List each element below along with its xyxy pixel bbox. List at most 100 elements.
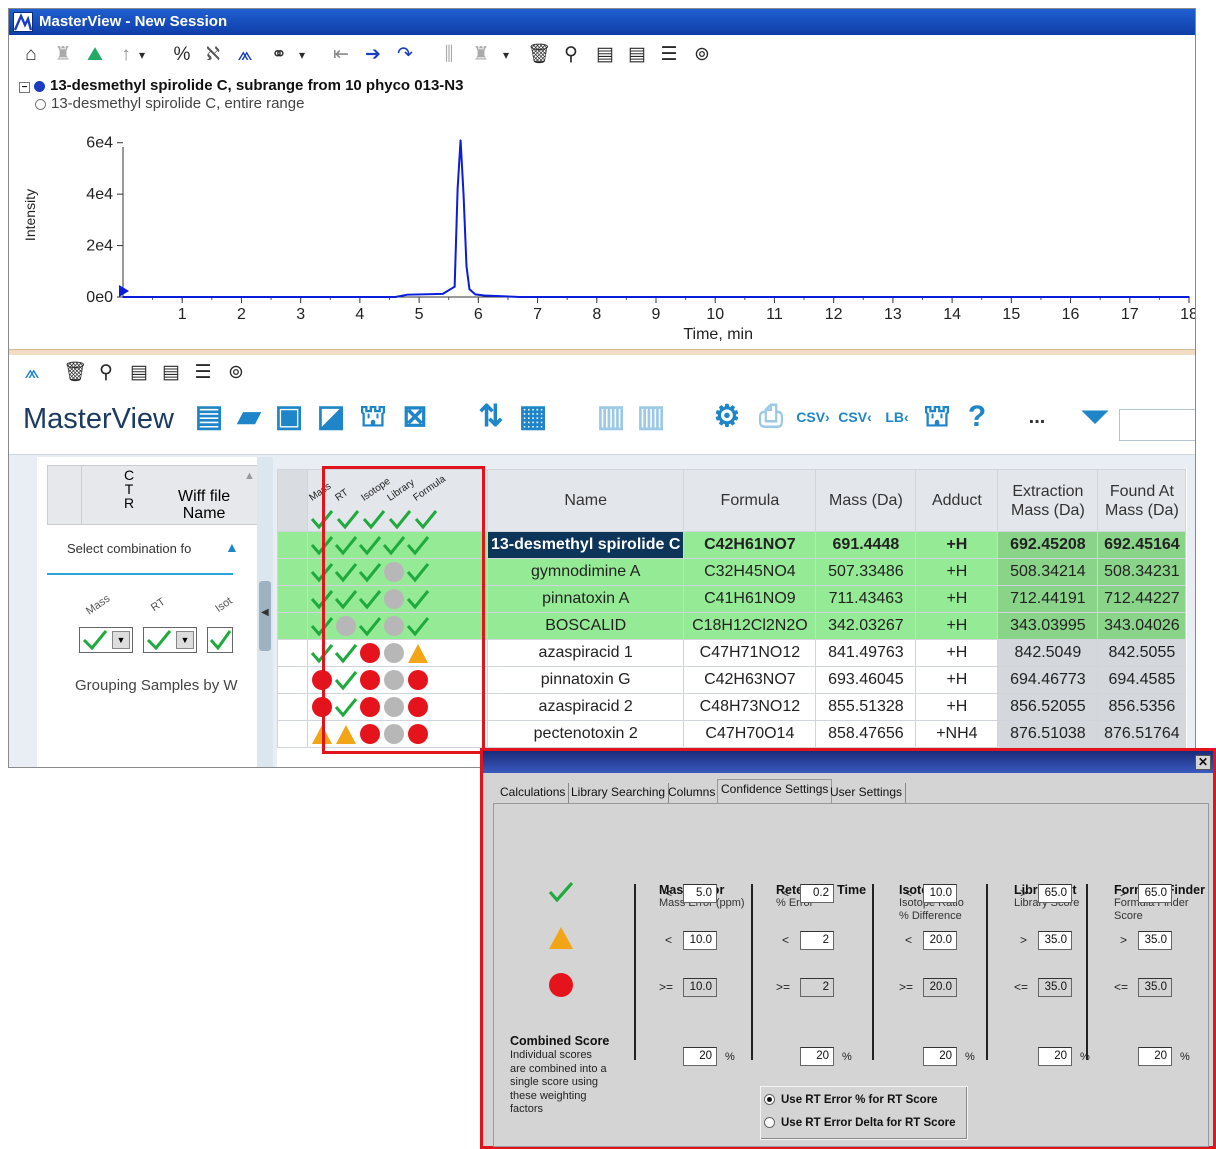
weight-input[interactable]: 20 [923,1047,957,1066]
name-cell[interactable]: pinnatoxin G [486,666,685,694]
collapse-left-icon[interactable]: ◀ [261,607,269,618]
ctr-column-header[interactable]: C T R [124,468,134,510]
forward-icon[interactable]: ➔ [361,43,385,67]
grid-view-icon[interactable]: ▦ [515,399,551,435]
export-csv-icon[interactable]: CSV› [795,399,831,435]
name-cell[interactable]: 13-desmethyl spirolide C [486,531,685,559]
adduct-cell[interactable]: +H [915,639,999,667]
row-selector[interactable] [277,585,308,613]
spectrum-icon[interactable]: ⩕ [233,43,257,67]
green-threshold-input[interactable]: 10.0 [923,884,957,903]
search-input[interactable] [1119,409,1195,441]
formula-cell[interactable]: C47H71NO12 [683,639,817,667]
xic-icon[interactable]: ♜ [51,43,75,67]
found-mass-cell[interactable]: 842.5055 [1097,639,1187,667]
name-cell[interactable]: azaspiracid 1 [486,639,685,667]
save-as-icon[interactable]: ◪ [313,399,349,435]
row-selector[interactable] [277,531,308,559]
name-cell[interactable]: pinnatoxin A [486,585,685,613]
layout-1-icon[interactable]: ▤ [593,43,617,67]
filter-icon[interactable]: ⏷ [1077,399,1113,435]
formula-cell[interactable]: C48H73NO12 [683,693,817,721]
name-cell[interactable]: pectenotoxin 2 [486,720,685,748]
bar-chart-icon[interactable]: ⫼ [437,43,461,67]
green-threshold-input[interactable]: 65.0 [1138,884,1172,903]
save-icon[interactable]: ▣ [271,399,307,435]
name-column-header[interactable]: Name [486,469,685,532]
weight-input[interactable]: 20 [683,1047,717,1066]
tab-columns[interactable]: Columns [665,783,720,804]
yellow-threshold-input[interactable]: 35.0 [1038,931,1072,950]
binoculars-icon[interactable]: ⊚ [689,43,715,67]
formula-cell[interactable]: C47H70O14 [683,720,817,748]
close-icon[interactable]: ✕ [1195,755,1211,770]
found-mass-cell[interactable]: 694.4585 [1097,666,1187,694]
adduct-column-header[interactable]: Adduct [915,469,999,532]
percent-icon[interactable]: % [171,43,193,67]
print-icon[interactable]: ⎙ [753,399,789,435]
row-selector[interactable] [277,639,308,667]
chromatogram-chart[interactable]: 1 2 3 4 5 6 7 8 9 10 11 12 13 14 15 16 17 180e02e44e46e4T… [9,109,1196,349]
mass-cell[interactable]: 841.49763 [815,639,917,667]
wiff-file-column-header[interactable]: Wiff file Name [178,488,230,522]
adduct-cell[interactable]: +H [915,612,999,640]
library-lock-icon[interactable]: ⛫ [919,399,955,435]
formula-cell[interactable]: C42H63NO7 [683,666,817,694]
up-arrow-icon[interactable]: ↑ [117,43,135,67]
mass-cell[interactable]: 855.51328 [815,693,917,721]
weight-input[interactable]: 20 [1138,1047,1172,1066]
isotope-filter-dropdown[interactable] [207,627,233,653]
new-document-icon[interactable]: ▤ [191,399,227,435]
extraction-mass-cell[interactable]: 856.52055 [997,693,1099,721]
mass-filter-dropdown[interactable]: ▼ [79,627,133,653]
found-at-mass-column-header[interactable]: Found At Mass (Da) [1097,469,1187,532]
mv-icon[interactable]: ▥ [633,399,669,435]
sort-icon[interactable]: ⇅ [473,399,509,435]
import-csv-icon[interactable]: CSV‹ [837,399,873,435]
row-selector[interactable] [277,693,308,721]
row-selector[interactable] [277,666,308,694]
name-cell[interactable]: azaspiracid 2 [486,693,685,721]
settings-gear-icon[interactable]: ⚙ [709,399,745,435]
mq-icon[interactable]: ▥ [593,399,629,435]
link-icon[interactable]: ⚭ [267,43,291,67]
found-mass-cell[interactable]: 856.5356 [1097,693,1187,721]
formula-column-header[interactable]: Formula [683,469,817,532]
green-threshold-input[interactable]: 0.2 [800,884,834,903]
adduct-cell[interactable]: +H [915,531,999,559]
formula-cell[interactable]: C18H12Cl2N2O [683,612,817,640]
layout-1-icon-2[interactable]: ▤ [127,361,151,385]
splitter-scrollbar[interactable]: ◀ [257,457,273,767]
adduct-cell[interactable]: +H [915,693,999,721]
pan-icon[interactable]: ♜ [469,43,493,67]
layout-2-icon-2[interactable]: ▤ [159,361,183,385]
rt-filter-dropdown[interactable]: ▼ [143,627,197,653]
more-button[interactable]: ... [1019,399,1055,435]
combo-sort-icon[interactable]: ▲ [225,539,239,555]
zoom-icon-2[interactable]: ⚲ [95,361,117,385]
trash-icon-2[interactable]: 🗑 [63,361,87,385]
chevron-down-icon[interactable]: ▼ [112,631,130,649]
extraction-mass-cell[interactable]: 692.45208 [997,531,1099,559]
scroll-up-icon[interactable]: ▲ [244,470,255,482]
adduct-cell[interactable]: +H [915,558,999,586]
name-cell[interactable]: gymnodimine A [486,558,685,586]
extraction-mass-cell[interactable]: 343.03995 [997,612,1099,640]
adduct-cell[interactable]: +H [915,666,999,694]
combination-selector[interactable]: Select combination fo [67,541,191,556]
peak-icon[interactable]: ⛰ [83,43,107,67]
session-item-1[interactable]: − 13-desmethyl spirolide C, subrange from… [19,77,463,95]
mass-cell[interactable]: 858.47656 [815,720,917,748]
found-mass-cell[interactable]: 712.44227 [1097,585,1187,613]
row-selector[interactable] [277,558,308,586]
weight-input[interactable]: 20 [800,1047,834,1066]
help-icon[interactable]: ? [959,399,995,435]
yellow-threshold-input[interactable]: 35.0 [1138,931,1172,950]
adduct-cell[interactable]: +H [915,585,999,613]
mass-cell[interactable]: 342.03267 [815,612,917,640]
mass-cell[interactable]: 693.46045 [815,666,917,694]
found-mass-cell[interactable]: 692.45164 [1097,531,1187,559]
extraction-mass-cell[interactable]: 842.5049 [997,639,1099,667]
back-icon[interactable]: ⇤ [329,43,353,67]
extraction-mass-cell[interactable]: 694.46773 [997,666,1099,694]
